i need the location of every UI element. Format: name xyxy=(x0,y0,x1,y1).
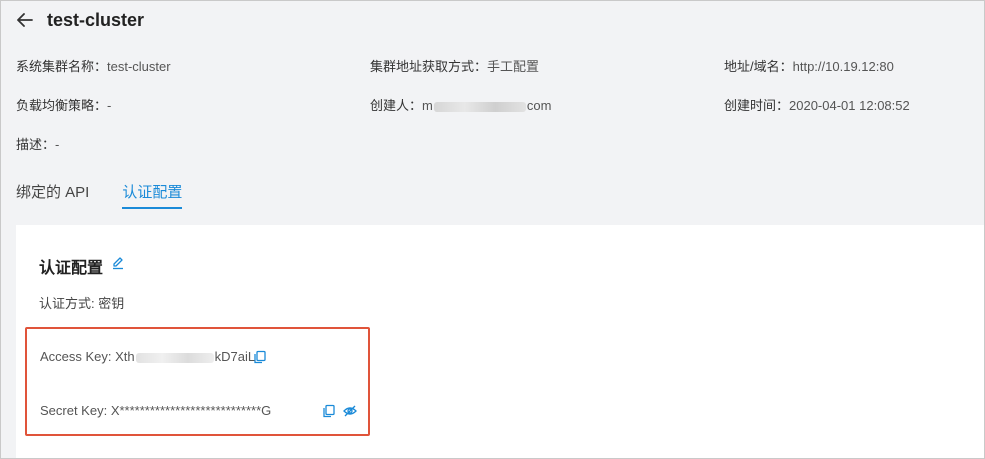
access-key-prefix: Xth xyxy=(115,349,135,364)
creator-field: 创建人：m com xyxy=(370,95,551,114)
created-time-label: 创建时间： xyxy=(724,98,790,113)
copy-icon[interactable] xyxy=(322,404,336,418)
address-label: 地址/域名： xyxy=(724,59,793,74)
auth-method-value: 密钥 xyxy=(98,296,125,311)
description-label: 描述： xyxy=(16,137,56,152)
secret-key-value: X****************************G xyxy=(110,403,272,418)
lb-strategy-value: - xyxy=(107,98,112,113)
key-highlight-box: Access Key: Xth kD7aiL Secret Key: X*****… xyxy=(25,327,370,436)
description-value: - xyxy=(55,137,60,152)
created-time-field: 创建时间：2020-04-01 12:08:52 xyxy=(724,95,910,114)
secret-key-label: Secret Key: xyxy=(40,403,111,418)
lb-strategy-label: 负载均衡策略： xyxy=(16,98,108,113)
tab-bar: 绑定的 API 认证配置 xyxy=(16,181,215,211)
eye-off-icon[interactable] xyxy=(343,404,357,418)
app-frame: test-cluster 系统集群名称：test-cluster 集群地址获取方… xyxy=(0,0,985,459)
creator-prefix: m xyxy=(422,98,433,113)
address-field: 地址/域名：http://10.19.12:80 xyxy=(724,56,894,75)
auth-config-panel: 认证配置 认证方式: 密钥 Access Key: Xth kD7aiL Secr… xyxy=(16,225,984,458)
auth-method-label: 认证方式: xyxy=(39,296,99,311)
back-button[interactable] xyxy=(13,8,37,32)
creator-redacted xyxy=(433,101,526,112)
tab-bound-api[interactable]: 绑定的 API xyxy=(16,181,89,209)
pencil-icon[interactable] xyxy=(111,256,125,270)
tab-auth-config[interactable]: 认证配置 xyxy=(122,181,183,209)
section-title: 认证配置 xyxy=(39,260,104,277)
cluster-name-label: 系统集群名称： xyxy=(16,59,108,74)
access-key-redacted xyxy=(135,352,214,363)
copy-icon[interactable] xyxy=(253,350,267,364)
page-title: test-cluster xyxy=(47,10,145,30)
address-method-value: 手工配置 xyxy=(487,59,540,74)
access-key-suffix: kD7aiL xyxy=(214,349,256,364)
address-method-field: 集群地址获取方式：手工配置 xyxy=(370,56,539,75)
address-value: http://10.19.12:80 xyxy=(792,59,894,74)
access-key-row: Access Key: Xth kD7aiL xyxy=(40,349,255,364)
lb-strategy-field: 负载均衡策略：- xyxy=(16,95,111,114)
created-time-value: 2020-04-01 12:08:52 xyxy=(789,98,910,113)
access-key-label: Access Key: xyxy=(40,349,116,364)
creator-suffix: com xyxy=(526,98,552,113)
creator-label: 创建人： xyxy=(370,98,423,113)
address-method-label: 集群地址获取方式： xyxy=(370,59,488,74)
auth-method: 认证方式: 密钥 xyxy=(39,293,124,312)
cluster-header: test-cluster 系统集群名称：test-cluster 集群地址获取方… xyxy=(1,1,984,225)
cluster-name-field: 系统集群名称：test-cluster xyxy=(16,56,171,75)
description-field: 描述：- xyxy=(16,134,59,153)
secret-key-row: Secret Key: X***************************… xyxy=(40,403,271,418)
arrow-left-icon xyxy=(17,13,33,27)
cluster-name-value: test-cluster xyxy=(107,59,171,74)
